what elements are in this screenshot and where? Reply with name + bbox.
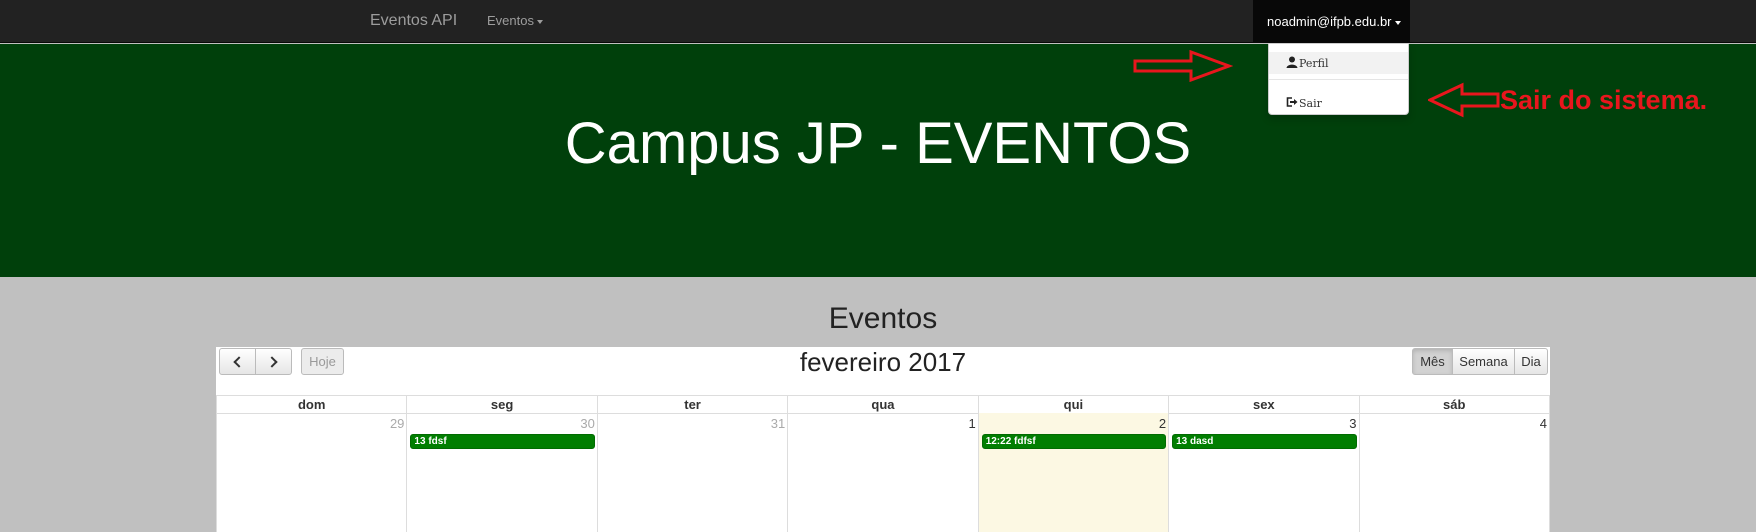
day-name: sex (1169, 396, 1360, 413)
day-cell[interactable]: 30 13 fdsf (407, 413, 598, 532)
menu-item-perfil[interactable]: Perfil (1269, 52, 1408, 74)
menu-item-sair-label: Sair (1299, 97, 1322, 110)
annotation-arrow-left-icon (1428, 82, 1500, 118)
nav-eventos-dropdown[interactable]: Eventos (487, 13, 543, 28)
nav-eventos-label: Eventos (487, 13, 534, 28)
day-cell[interactable]: 29 (216, 413, 408, 532)
calendar-day-names: dom seg ter qua qui sex sáb (216, 395, 1550, 414)
day-name: qui (979, 396, 1170, 413)
day-cell[interactable]: 4 (1360, 413, 1550, 532)
menu-item-perfil-label: Perfil (1299, 57, 1329, 70)
day-name: seg (407, 396, 598, 413)
day-number: 30 (580, 416, 595, 431)
day-number: 1 (968, 416, 976, 431)
event-calendar: fevereiro 2017 Hoje Mês Semana Dia dom s… (216, 347, 1550, 532)
day-cell-today[interactable]: 2 12:22 fdfsf (978, 413, 1170, 532)
view-week-button[interactable]: Semana (1452, 348, 1515, 375)
day-number: 4 (1539, 416, 1547, 431)
annotation-arrow-right-icon (1133, 50, 1233, 82)
chevron-right-icon (266, 356, 278, 368)
day-number: 2 (1158, 416, 1167, 431)
prev-month-button[interactable] (219, 348, 256, 375)
chevron-left-icon (233, 356, 245, 368)
navbar-brand[interactable]: Eventos API (370, 12, 457, 30)
user-menu-toggle[interactable]: noadmin@ifpb.edu.br (1253, 0, 1410, 43)
today-button[interactable]: Hoje (301, 348, 344, 375)
logout-icon (1286, 97, 1298, 107)
calendar-event[interactable]: 13 fdsf (410, 434, 595, 449)
day-number: 31 (770, 416, 786, 431)
day-name: sáb (1360, 396, 1550, 413)
user-icon (1286, 56, 1298, 68)
user-dropdown-menu: Perfil Sair (1268, 43, 1409, 115)
view-month-button[interactable]: Mês (1412, 348, 1453, 375)
hero-banner: Campus JP - EVENTOS (0, 44, 1756, 277)
caret-down-icon (536, 19, 543, 24)
calendar-event[interactable]: 13 dasd (1172, 434, 1357, 449)
day-number: 3 (1349, 416, 1357, 431)
next-month-button[interactable] (255, 348, 292, 375)
day-name: dom (216, 396, 408, 413)
page-title: Campus JP - EVENTOS (564, 111, 1192, 176)
menu-item-sair[interactable]: Sair (1269, 92, 1408, 114)
section-title: Eventos (828, 302, 938, 335)
view-day-button[interactable]: Dia (1514, 348, 1548, 375)
annotation-text: Sair do sistema. (1500, 85, 1708, 115)
caret-down-icon (1394, 20, 1401, 25)
calendar-week-row: 29 30 13 fdsf 31 1 2 12:22 fdfsf 3 13 da… (216, 413, 1550, 532)
day-cell[interactable]: 1 (788, 413, 979, 532)
top-navbar: Eventos API Eventos noadmin@ifpb.edu.br (0, 0, 1756, 43)
day-cell[interactable]: 3 13 dasd (1169, 413, 1360, 532)
calendar-event[interactable]: 12:22 fdfsf (981, 434, 1167, 449)
user-email: noadmin@ifpb.edu.br (1267, 14, 1392, 29)
day-name: qua (788, 396, 979, 413)
calendar-month-title: fevereiro 2017 (799, 347, 967, 377)
menu-divider (1269, 79, 1408, 80)
day-name: ter (598, 396, 789, 413)
day-cell[interactable]: 31 (598, 413, 789, 532)
day-number: 29 (389, 416, 405, 431)
